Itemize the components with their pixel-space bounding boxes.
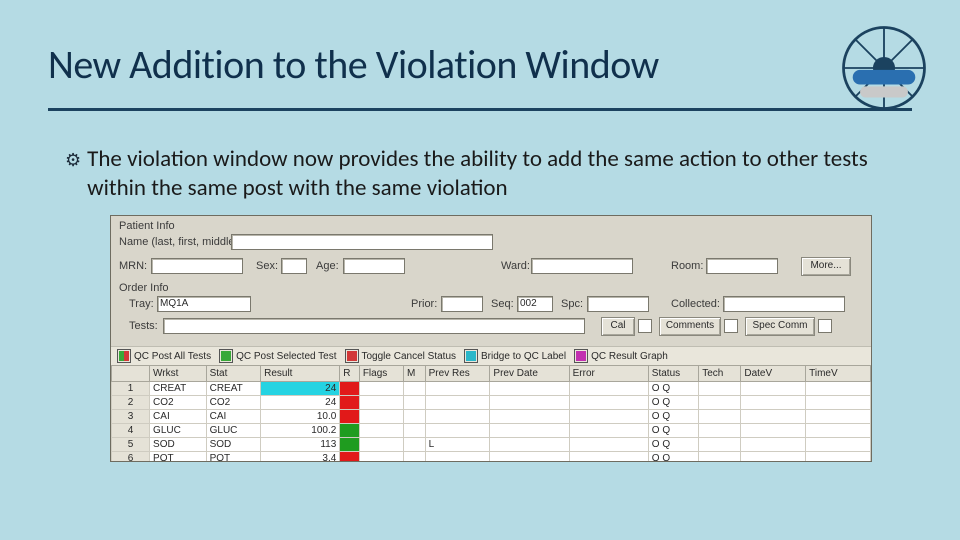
age-label: Age: (316, 260, 339, 272)
bridge-qc-button[interactable]: Bridge to QC Label (464, 349, 566, 363)
table-row[interactable]: 2CO2CO224O Q (112, 396, 871, 410)
qc-post-all-icon (117, 349, 131, 363)
toggle-cancel-button[interactable]: Toggle Cancel Status (345, 349, 457, 363)
tray-label: Tray: (129, 298, 154, 310)
qc-graph-button[interactable]: QC Result Graph (574, 349, 668, 363)
sex-label: Sex: (256, 260, 278, 272)
bullet-text: The violation window now provides the ab… (87, 145, 895, 203)
page-title: New Addition to the Violation Window (48, 40, 930, 89)
tests-field[interactable] (163, 318, 585, 334)
table-row[interactable]: 5SODSOD113LO Q (112, 438, 871, 452)
qc-graph-icon (574, 349, 588, 363)
col-wrkst[interactable]: Wrkst (150, 366, 207, 382)
tests-label: Tests: (129, 320, 158, 332)
tray-field[interactable]: MQ1A (157, 296, 251, 312)
col-prev-date[interactable]: Prev Date (490, 366, 569, 382)
ward-field[interactable] (531, 258, 633, 274)
col-result[interactable]: Result (261, 366, 340, 382)
mrn-field[interactable] (151, 258, 243, 274)
seq-field[interactable]: 002 (517, 296, 553, 312)
more-button[interactable]: More... (801, 257, 851, 276)
gear-icon: ⚙ (65, 149, 81, 171)
conference-emblem-icon (838, 22, 930, 114)
age-field[interactable] (343, 258, 405, 274)
sex-field[interactable] (281, 258, 307, 274)
spec-comm-button[interactable]: Spec Comm (745, 317, 815, 336)
qc-post-all-button[interactable]: QC Post All Tests (117, 349, 211, 363)
col-timev[interactable]: TimeV (806, 366, 871, 382)
room-label: Room: (671, 260, 703, 272)
spc-field[interactable] (587, 296, 649, 312)
name-field[interactable] (231, 234, 493, 250)
table-row[interactable]: 3CAICAI10.0O Q (112, 410, 871, 424)
qc-post-selected-icon (219, 349, 233, 363)
comments-checkbox[interactable] (724, 319, 738, 333)
cal-checkbox[interactable] (638, 319, 652, 333)
col-m[interactable]: M (404, 366, 426, 382)
table-row[interactable]: 6POTPOT3.4O Q (112, 452, 871, 463)
spc-label: Spc: (561, 298, 583, 310)
col-prev-res[interactable]: Prev Res (425, 366, 490, 382)
col-status[interactable]: Status (648, 366, 698, 382)
col-r[interactable]: R (340, 366, 360, 382)
order-info-group-label: Order Info (119, 282, 169, 294)
spec-comm-checkbox[interactable] (818, 319, 832, 333)
prior-label: Prior: (411, 298, 437, 310)
collected-field[interactable] (723, 296, 845, 312)
app-window: Patient Info Name (last, first, middle):… (110, 215, 872, 462)
patient-info-group-label: Patient Info (119, 220, 175, 232)
room-field[interactable] (706, 258, 778, 274)
title-divider (48, 108, 912, 111)
comments-button[interactable]: Comments (659, 317, 721, 336)
mrn-label: MRN: (119, 260, 147, 272)
bullet-item: ⚙ The violation window now provides the … (65, 145, 895, 203)
col-tech[interactable]: Tech (699, 366, 741, 382)
table-row[interactable]: 1CREATCREAT24O Q (112, 382, 871, 396)
name-label: Name (last, first, middle): (119, 236, 241, 248)
qc-post-selected-button[interactable]: QC Post Selected Test (219, 349, 336, 363)
bridge-qc-icon (464, 349, 478, 363)
col-datev[interactable]: DateV (741, 366, 806, 382)
col-flags[interactable]: Flags (359, 366, 403, 382)
prior-field[interactable] (441, 296, 483, 312)
col-stat[interactable]: Stat (206, 366, 261, 382)
table-row[interactable]: 4GLUCGLUC100.2O Q (112, 424, 871, 438)
collected-label: Collected: (671, 298, 720, 310)
ward-label: Ward: (501, 260, 530, 272)
col-error[interactable]: Error (569, 366, 648, 382)
seq-label: Seq: (491, 298, 514, 310)
cal-button[interactable]: Cal (601, 317, 635, 336)
results-grid[interactable]: WrkstStatResultRFlagsMPrev ResPrev DateE… (111, 365, 871, 461)
toggle-cancel-icon (345, 349, 359, 363)
toolbar: QC Post All Tests QC Post Selected Test … (111, 346, 871, 366)
